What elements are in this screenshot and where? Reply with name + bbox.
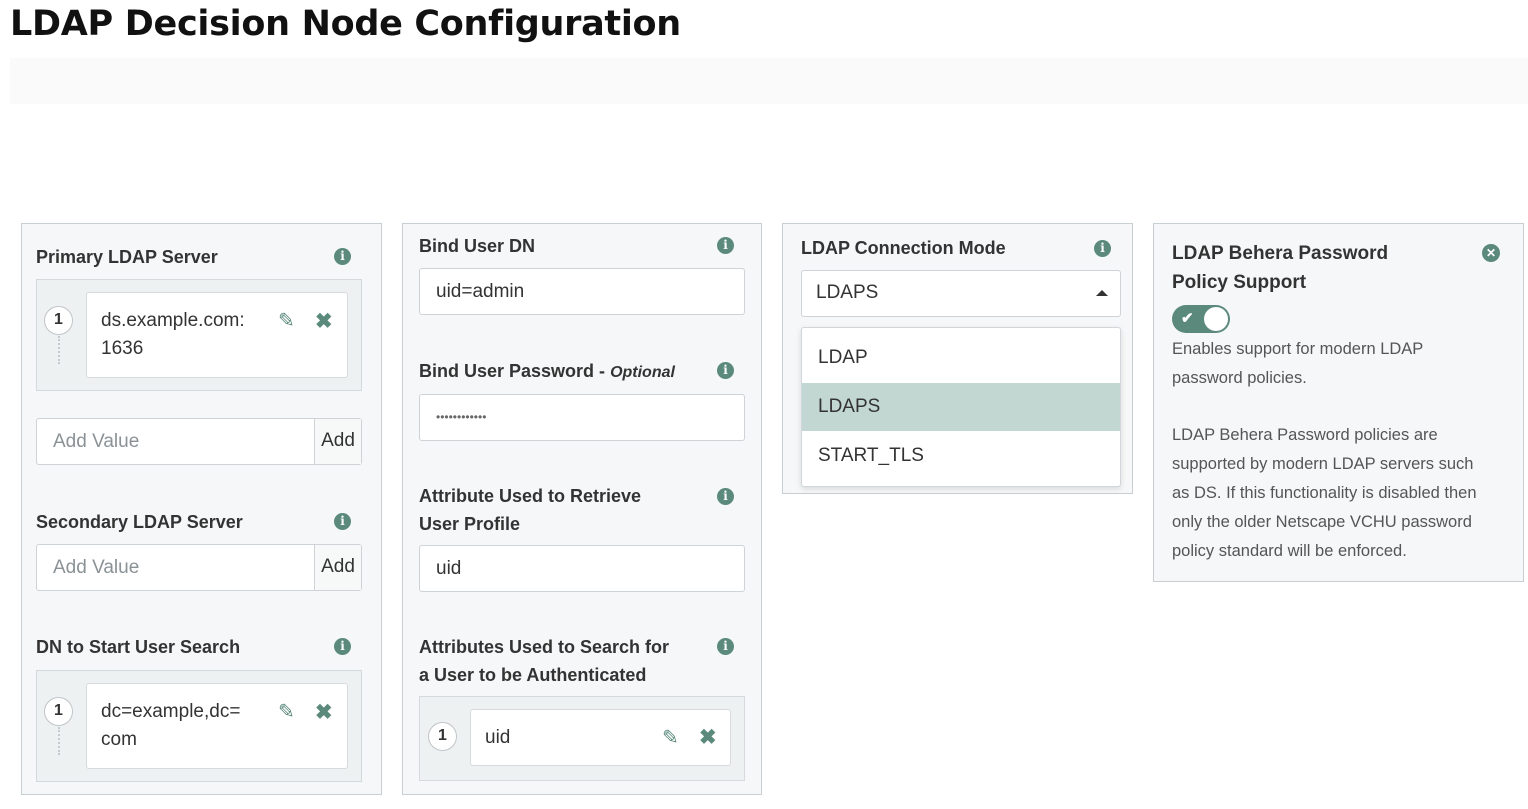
- list-item-text-line1: dc=example,dc=: [101, 701, 241, 722]
- secondary-add-button[interactable]: Add: [314, 545, 361, 590]
- bind-user-panel: Bind User DN i Bind User Password - Opti…: [402, 223, 762, 795]
- info-icon[interactable]: i: [717, 488, 734, 505]
- password-mask: ••••••••••••: [436, 410, 487, 424]
- secondary-ldap-server-label: Secondary LDAP Server: [36, 512, 243, 532]
- info-icon[interactable]: i: [1094, 240, 1111, 257]
- attribute-search-label-line1: Attributes Used to Search for: [419, 637, 670, 657]
- bind-user-dn-label: Bind User DN: [419, 236, 536, 256]
- info-icon[interactable]: i: [334, 248, 351, 265]
- bind-user-password-label: Bind User Password - Optional: [419, 357, 675, 387]
- list-index-badge: 1: [44, 697, 73, 726]
- list-item: ds.example.com: 1636 ✎ ✖: [86, 292, 348, 378]
- secondary-add-value-input[interactable]: [37, 545, 314, 590]
- secondary-add-value-group: Add: [36, 544, 362, 591]
- caret-up-icon: [1096, 290, 1108, 296]
- title-band: [10, 58, 1528, 104]
- attribute-profile-label-line1: Attribute Used to Retrieve: [419, 486, 642, 506]
- description-line: password policies.: [1172, 369, 1307, 387]
- bind-user-dn-input[interactable]: [419, 268, 745, 315]
- description-line: Enables support for modern LDAP: [1172, 340, 1424, 358]
- toggle-knob: [1204, 307, 1228, 331]
- connection-mode-dropdown: LDAP LDAPS START_TLS: [801, 327, 1121, 487]
- connection-mode-select[interactable]: LDAPS: [801, 270, 1121, 317]
- dropdown-option-ldap[interactable]: LDAP: [802, 334, 1120, 382]
- x-icon[interactable]: ✖: [315, 311, 333, 332]
- connection-mode-label: LDAP Connection Mode: [801, 238, 1006, 258]
- bind-user-password-input[interactable]: ••••••••••••: [419, 394, 745, 441]
- list-connector: [58, 336, 60, 364]
- bind-user-password-label-text: Bind User Password -: [419, 361, 606, 381]
- list-item-text-line2: com: [101, 729, 137, 750]
- close-circle-icon[interactable]: ✕: [1482, 244, 1500, 262]
- list-item: uid ✎ ✖: [470, 709, 731, 766]
- list-item-text-line2: 1636: [101, 338, 144, 359]
- info-icon[interactable]: i: [717, 638, 734, 655]
- list-item-text: uid: [485, 727, 511, 748]
- x-icon[interactable]: ✖: [699, 727, 717, 748]
- optional-tag: Optional: [610, 364, 675, 381]
- password-policy-panel: LDAP Behera Password Policy Support ✕ ✔ …: [1153, 223, 1524, 582]
- x-icon[interactable]: ✖: [315, 702, 333, 723]
- primary-add-value-group: Add: [36, 418, 362, 465]
- primary-ldap-server-label: Primary LDAP Server: [36, 247, 218, 267]
- password-policy-title-line1: LDAP Behera Password: [1172, 243, 1389, 264]
- description-line: supported by modern LDAP servers such: [1172, 455, 1474, 473]
- dn-start-search-label: DN to Start User Search: [36, 637, 241, 657]
- info-icon[interactable]: i: [334, 638, 351, 655]
- description-line: only the older Netscape VCHU password: [1172, 513, 1472, 531]
- password-policy-toggle[interactable]: ✔: [1172, 305, 1230, 333]
- list-connector: [58, 727, 60, 755]
- description-line: as DS. If this functionality is disabled…: [1172, 484, 1477, 502]
- ldap-server-panel: Primary LDAP Server i 1 ds.example.com: …: [21, 223, 382, 795]
- attribute-search-label-line2: a User to be Authenticated: [419, 665, 647, 685]
- check-icon: ✔: [1181, 310, 1194, 327]
- info-icon[interactable]: i: [717, 362, 734, 379]
- pencil-icon[interactable]: ✎: [662, 728, 679, 748]
- primary-add-value-input[interactable]: [37, 419, 314, 464]
- primary-add-button[interactable]: Add: [314, 419, 361, 464]
- dn-list: 1 dc=example,dc= com ✎ ✖: [36, 670, 362, 782]
- info-icon[interactable]: i: [334, 513, 351, 530]
- attribute-profile-label-line2: User Profile: [419, 514, 521, 534]
- connection-mode-selected: LDAPS: [816, 282, 879, 303]
- info-icon[interactable]: i: [717, 237, 734, 254]
- connection-mode-panel: LDAP Connection Mode i LDAPS LDAP LDAPS …: [782, 223, 1133, 494]
- attribute-profile-input[interactable]: [419, 545, 745, 592]
- pencil-icon[interactable]: ✎: [278, 311, 295, 331]
- attribute-search-list: 1 uid ✎ ✖: [419, 696, 745, 781]
- description-line: LDAP Behera Password policies are: [1172, 426, 1438, 444]
- password-policy-title-line2: Policy Support: [1172, 272, 1307, 293]
- description-line: policy standard will be enforced.: [1172, 542, 1407, 560]
- page-title: LDAP Decision Node Configuration: [10, 4, 681, 44]
- dropdown-option-start-tls[interactable]: START_TLS: [802, 432, 1120, 480]
- list-item-text-line1: ds.example.com:: [101, 310, 245, 331]
- list-item: dc=example,dc= com ✎ ✖: [86, 683, 348, 769]
- list-index-badge: 1: [44, 306, 73, 335]
- primary-server-list: 1 ds.example.com: 1636 ✎ ✖: [36, 279, 362, 391]
- list-index-badge: 1: [428, 722, 457, 751]
- dropdown-option-ldaps[interactable]: LDAPS: [802, 383, 1120, 431]
- pencil-icon[interactable]: ✎: [278, 702, 295, 722]
